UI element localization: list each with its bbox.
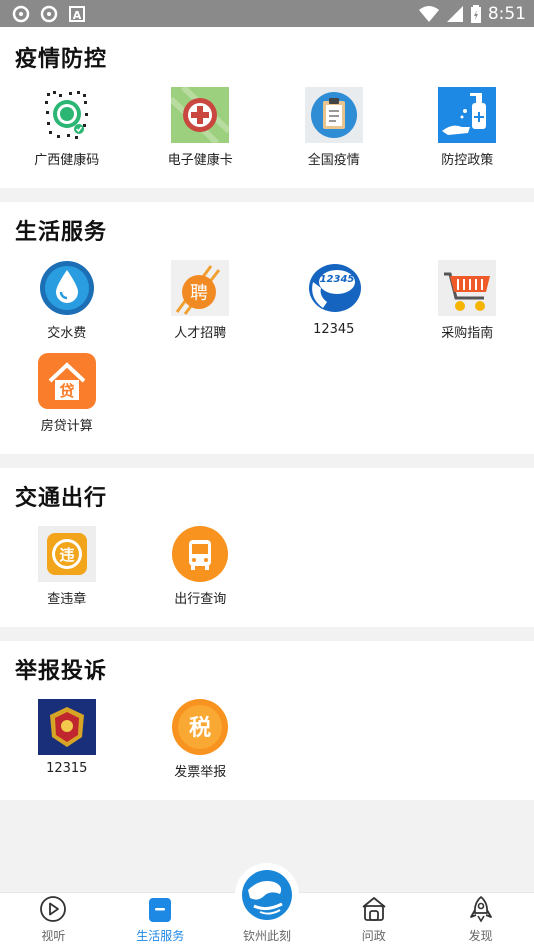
sync-icon: [12, 5, 30, 22]
svg-text:12345: 12345: [319, 274, 354, 285]
recruit-icon: 聘: [171, 260, 230, 316]
service-item-12315[interactable]: 12315: [0, 699, 134, 780]
emblem-icon: [37, 699, 96, 755]
service-item-health-code[interactable]: 广西健康码: [0, 87, 134, 168]
service-item-water-fee[interactable]: 交水费: [0, 260, 134, 341]
service-label: 电子健康卡: [167, 153, 233, 168]
health-card-icon: [171, 87, 230, 143]
service-label: 房贷计算: [40, 419, 93, 434]
font-a-icon: A: [69, 5, 85, 22]
tab-government[interactable]: 问政: [320, 893, 427, 950]
tab-label: 钦州此刻: [242, 929, 291, 943]
service-item-invoice[interactable]: 税 发票举报: [134, 699, 268, 780]
svg-text:聘: 聘: [190, 283, 208, 304]
svg-text:贷: 贷: [59, 382, 74, 400]
tab-label: 生活服务: [136, 929, 185, 943]
section-complaint: 举报投诉 12315 税 发票举报: [0, 641, 534, 800]
play-icon: [40, 896, 67, 922]
status-bar: A 8:51: [0, 0, 534, 27]
section-life-service: 生活服务 交水费 聘 人才招聘 12345 12345 采购指南 贷 房贷计算: [0, 202, 534, 454]
service-label: 交水费: [47, 326, 87, 341]
signal-icon: [446, 5, 463, 22]
clipboard-icon: [304, 87, 363, 143]
rocket-icon: [469, 896, 492, 923]
tab-label: 视听: [41, 929, 66, 943]
service-label: 采购指南: [441, 326, 494, 341]
service-item-health-card[interactable]: 电子健康卡: [134, 87, 268, 168]
tax-icon: 税: [171, 699, 229, 755]
center-tab-button[interactable]: [234, 863, 299, 927]
sync-icon: [40, 5, 58, 22]
section-title: 交通出行: [15, 486, 108, 511]
service-label: 广西健康码: [34, 153, 100, 168]
globe-logo-icon: [241, 870, 292, 920]
tab-audio-video[interactable]: 视听: [0, 893, 107, 950]
government-icon: [362, 897, 386, 921]
bus-icon: [171, 526, 229, 582]
tab-label: 问政: [361, 929, 386, 943]
service-item-recruit[interactable]: 聘 人才招聘: [134, 260, 268, 341]
service-label: 防控政策: [441, 153, 494, 168]
section-title: 疫情防控: [15, 47, 108, 72]
service-label: 人才招聘: [174, 326, 227, 341]
service-label: 全国疫情: [307, 153, 360, 168]
service-item-purchase[interactable]: 采购指南: [401, 260, 534, 341]
service-item-violation[interactable]: 违 查违章: [0, 526, 134, 607]
life-service-icon: [149, 898, 172, 922]
service-item-12345[interactable]: 12345 12345: [267, 260, 401, 341]
service-item-loan-calc[interactable]: 贷 房贷计算: [0, 353, 134, 434]
service-item-policy[interactable]: 防控政策: [401, 87, 534, 168]
service-label: 出行查询: [174, 592, 227, 607]
service-label: 发票举报: [174, 765, 227, 780]
section-title: 举报投诉: [15, 659, 108, 684]
svg-text:A: A: [73, 9, 82, 22]
service-item-epidemic[interactable]: 全国疫情: [267, 87, 401, 168]
svg-text:税: 税: [189, 715, 211, 741]
tab-discover[interactable]: 发现: [427, 893, 534, 950]
svg-text:违: 违: [59, 546, 74, 564]
section-title: 生活服务: [15, 220, 108, 245]
bottom-tab-bar: 视听 生活服务 钦州此刻 问政 发现: [0, 863, 534, 950]
section-transport: 交通出行 违 查违章 出行查询: [0, 468, 534, 627]
wifi-icon: [418, 5, 439, 22]
tab-label: 发现: [468, 929, 493, 943]
tab-life-service[interactable]: 生活服务: [107, 893, 214, 950]
loan-house-icon: 贷: [37, 353, 96, 409]
service-label: 12345: [313, 322, 355, 337]
service-label: 查违章: [47, 592, 87, 607]
battery-icon: [470, 4, 481, 23]
violation-icon: 违: [37, 526, 96, 582]
qr-code-icon: [38, 87, 96, 143]
tab-qinzhou-now[interactable]: 钦州此刻: [214, 863, 321, 950]
section-epidemic: 疫情防控 广西健康码 电子健康卡 全国疫情 防控政策: [0, 27, 534, 188]
hotline-icon: 12345: [305, 260, 363, 316]
service-label: 12315: [46, 761, 88, 776]
water-drop-icon: [38, 260, 96, 316]
shopping-cart-icon: [438, 260, 497, 316]
hand-sanitizer-icon: [438, 87, 497, 143]
status-time: 8:51: [487, 3, 526, 24]
service-item-travel[interactable]: 出行查询: [134, 526, 268, 607]
